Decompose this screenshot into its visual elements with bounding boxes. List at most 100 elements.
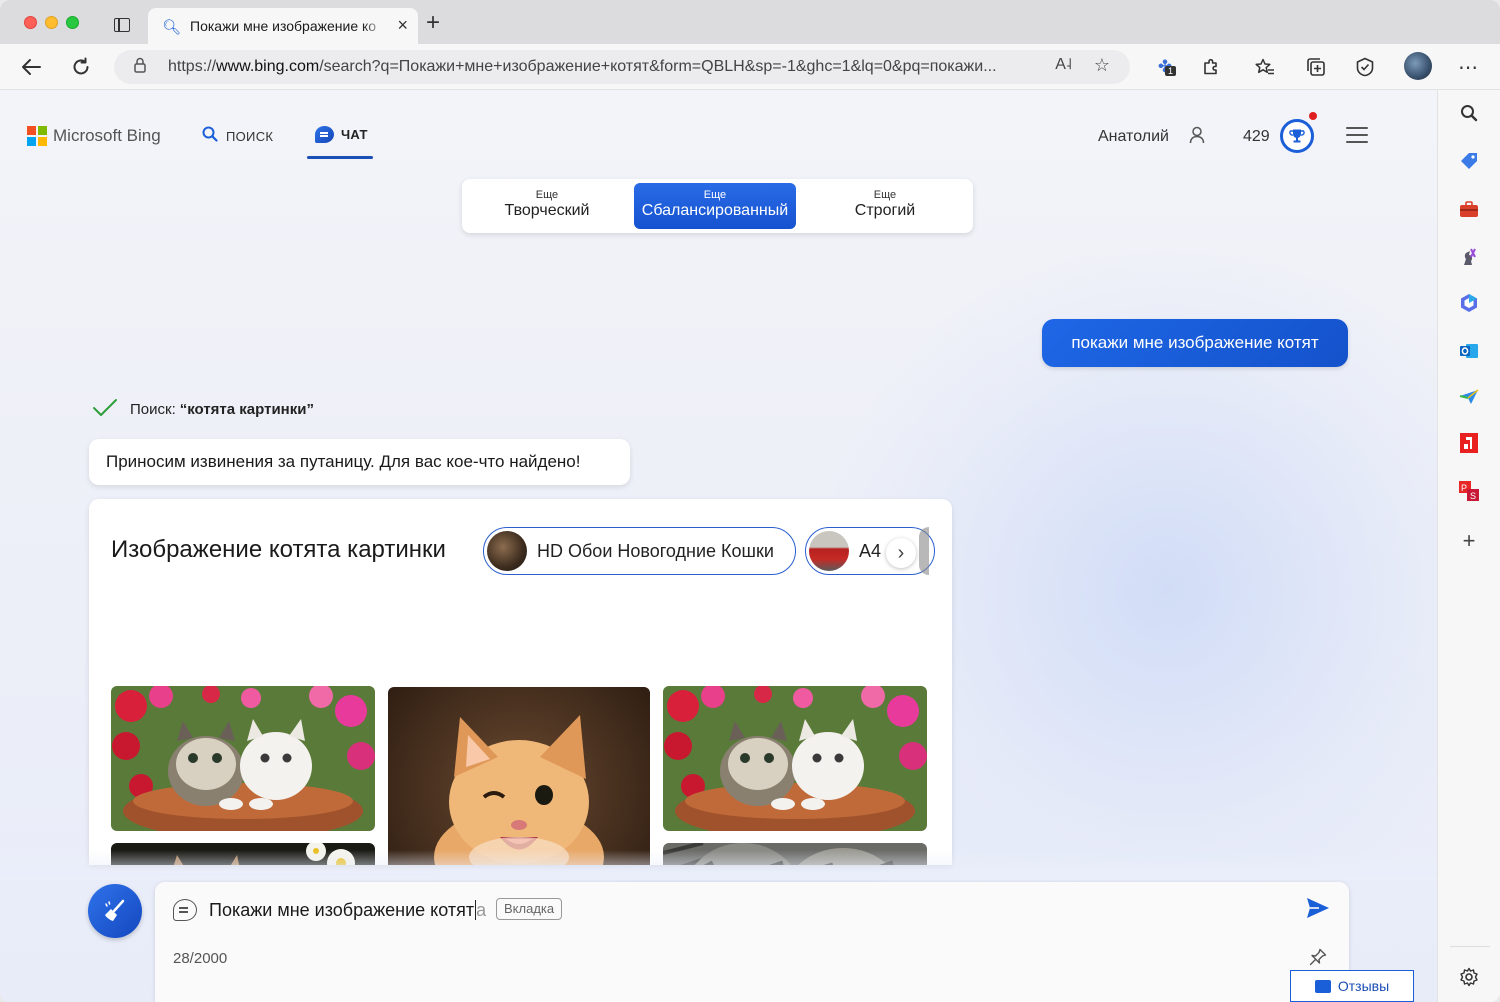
tab-key-hint: Вкладка <box>496 898 563 920</box>
user-icon[interactable] <box>1189 126 1205 149</box>
kitten-image-1[interactable] <box>111 686 375 831</box>
broom-icon <box>105 899 125 921</box>
title-bar: 🔍︎ Покажи мне изображение ко × + <box>0 0 1500 44</box>
more-options-icon[interactable]: ⋯ <box>1453 52 1483 82</box>
svg-text:S: S <box>1470 491 1476 501</box>
back-button[interactable] <box>16 52 46 82</box>
pin-icon[interactable] <box>1309 948 1327 971</box>
chat-input[interactable]: Покажи мне изображение котят а <box>209 900 487 921</box>
read-aloud-icon[interactable]: A˨ <box>1055 56 1072 74</box>
browser-toolbar: https://www.bing.com/search?q=Покажи+мне… <box>0 44 1500 90</box>
tab-title: Покажи мне изображение ко <box>190 18 377 34</box>
menu-icon[interactable] <box>1346 127 1368 143</box>
favorites-icon[interactable] <box>1250 52 1280 82</box>
conversation-style-selector: Еще Творческий Еще Сбалансированный Еще … <box>462 179 973 233</box>
chip-label: А4 <box>859 540 882 561</box>
chat-composer: Покажи мне изображение котят а Вкладка <box>155 882 1349 1002</box>
kitten-image-2[interactable] <box>388 687 650 865</box>
chat-icon <box>315 126 334 143</box>
reload-icon <box>73 57 89 75</box>
tone-precise-label: Строгий <box>854 202 916 219</box>
browser-essentials-icon[interactable] <box>1350 52 1380 82</box>
autocomplete-suggestion: а <box>475 900 487 920</box>
sidebar-settings-gear-icon[interactable] <box>1458 966 1480 988</box>
tab-actions-icon[interactable] <box>114 18 130 32</box>
search-status-query: “котята картинки” <box>179 401 314 418</box>
new-topic-broom-button[interactable] <box>88 884 142 938</box>
sidebar-outlook-icon[interactable] <box>1458 340 1480 362</box>
new-tab-button[interactable]: + <box>426 11 440 35</box>
tone-creative-sublabel: Еще <box>535 189 559 201</box>
sidebar-tools-briefcase-icon[interactable] <box>1458 198 1480 220</box>
search-status: Поиск: “котята картинки” <box>92 398 314 421</box>
chip-thumbnail <box>809 531 849 571</box>
user-message: покажи мне изображение котят <box>1042 319 1348 367</box>
bing-chat-page: Microsoft Bing ПОИСК ЧАТ Анатолий 429 Ещ… <box>0 90 1437 1002</box>
sidebar-search-icon[interactable] <box>1458 102 1480 124</box>
feedback-button[interactable]: Отзывы <box>1290 970 1414 1002</box>
next-chip-preview <box>919 527 929 575</box>
tab-bing-search[interactable]: 🔍︎ Покажи мне изображение ко × <box>148 8 418 44</box>
url-text: https://www.bing.com/search?q=Покажи+мне… <box>168 58 997 75</box>
tone-balanced-button[interactable]: Еще Сбалансированный <box>634 183 796 229</box>
close-window-button[interactable] <box>24 16 37 29</box>
nav-chat[interactable]: ЧАТ <box>315 126 368 143</box>
bot-message: Приносим извинения за путаницу. Для вас … <box>89 439 630 485</box>
sidebar-add-icon[interactable]: + <box>1458 528 1480 553</box>
chip-label: HD Обои Новогодние Кошки <box>537 540 774 561</box>
back-arrow-icon <box>22 59 41 75</box>
svg-text:P: P <box>1461 483 1467 493</box>
search-status-prefix: Поиск: <box>130 401 176 418</box>
character-counter: 28/2000 <box>173 950 228 967</box>
edge-sidebar: PS + <box>1437 90 1500 1002</box>
user-name[interactable]: Анатолий <box>1098 128 1169 146</box>
sidebar-red-app-icon[interactable] <box>1458 432 1480 454</box>
tone-precise-button[interactable]: Еще Строгий <box>804 183 966 229</box>
image-results-card: Изображение котята картинки HD Обои Ново… <box>89 499 952 865</box>
sidebar-shopping-tag-icon[interactable] <box>1458 150 1480 172</box>
sidebar-send-icon[interactable] <box>1458 386 1480 408</box>
chat-bubble-icon <box>173 899 197 921</box>
tone-creative-button[interactable]: Еще Творческий <box>466 183 628 229</box>
address-bar[interactable]: https://www.bing.com/search?q=Покажи+мне… <box>114 50 1130 84</box>
tone-balanced-sublabel: Еще <box>703 189 727 201</box>
send-icon[interactable] <box>1305 896 1331 927</box>
close-tab-icon[interactable]: × <box>397 15 408 36</box>
sidebar-divider <box>1450 946 1490 947</box>
microsoft-bing-logo[interactable]: Microsoft Bing <box>27 126 161 146</box>
minimize-window-button[interactable] <box>45 16 58 29</box>
profile-avatar[interactable] <box>1404 52 1432 80</box>
image-card-title[interactable]: Изображение котята картинки <box>111 536 446 564</box>
tone-balanced-label: Сбалансированный <box>641 202 789 219</box>
feedback-label: Отзывы <box>1337 978 1390 994</box>
scroll-fade <box>0 850 1437 880</box>
sidebar-games-icon[interactable] <box>1458 246 1480 268</box>
chevron-right-icon[interactable]: › <box>886 538 916 568</box>
kitten-image-3[interactable] <box>663 686 927 831</box>
lock-icon[interactable] <box>134 57 146 77</box>
bing-search-favicon-icon: 🔍︎ <box>162 19 182 36</box>
related-chip-new-year-cats[interactable]: HD Обои Новогодние Кошки <box>483 527 796 575</box>
browser-window: 🔍︎ Покажи мне изображение ко × + https:/… <box>0 0 1500 1002</box>
search-icon <box>202 126 218 147</box>
tone-creative-label: Творческий <box>504 202 590 219</box>
nav-chat-label: ЧАТ <box>341 127 368 142</box>
rewards-points[interactable]: 429 <box>1243 128 1270 146</box>
rewards-trophy-icon[interactable] <box>1280 119 1314 153</box>
active-nav-indicator <box>307 156 373 159</box>
collections-icon[interactable] <box>1301 52 1331 82</box>
reload-button[interactable] <box>66 52 96 82</box>
maximize-window-button[interactable] <box>66 16 79 29</box>
sidebar-microsoft365-icon[interactable] <box>1458 292 1480 314</box>
checkmark-icon <box>92 398 118 421</box>
notification-dot <box>1309 112 1317 120</box>
sidebar-ps-app-icon[interactable]: PS <box>1458 480 1480 502</box>
extension-badge: 1 <box>1165 66 1177 76</box>
nav-search-label: ПОИСК <box>226 129 274 144</box>
chip-thumbnail <box>487 531 527 571</box>
chat-input-value: Покажи мне изображение котят <box>209 900 475 920</box>
nav-search[interactable]: ПОИСК <box>202 126 273 147</box>
extensions-puzzle-icon[interactable] <box>1196 52 1226 82</box>
tone-precise-sublabel: Еще <box>873 189 897 201</box>
add-favorite-icon[interactable]: ☆ <box>1094 55 1110 76</box>
